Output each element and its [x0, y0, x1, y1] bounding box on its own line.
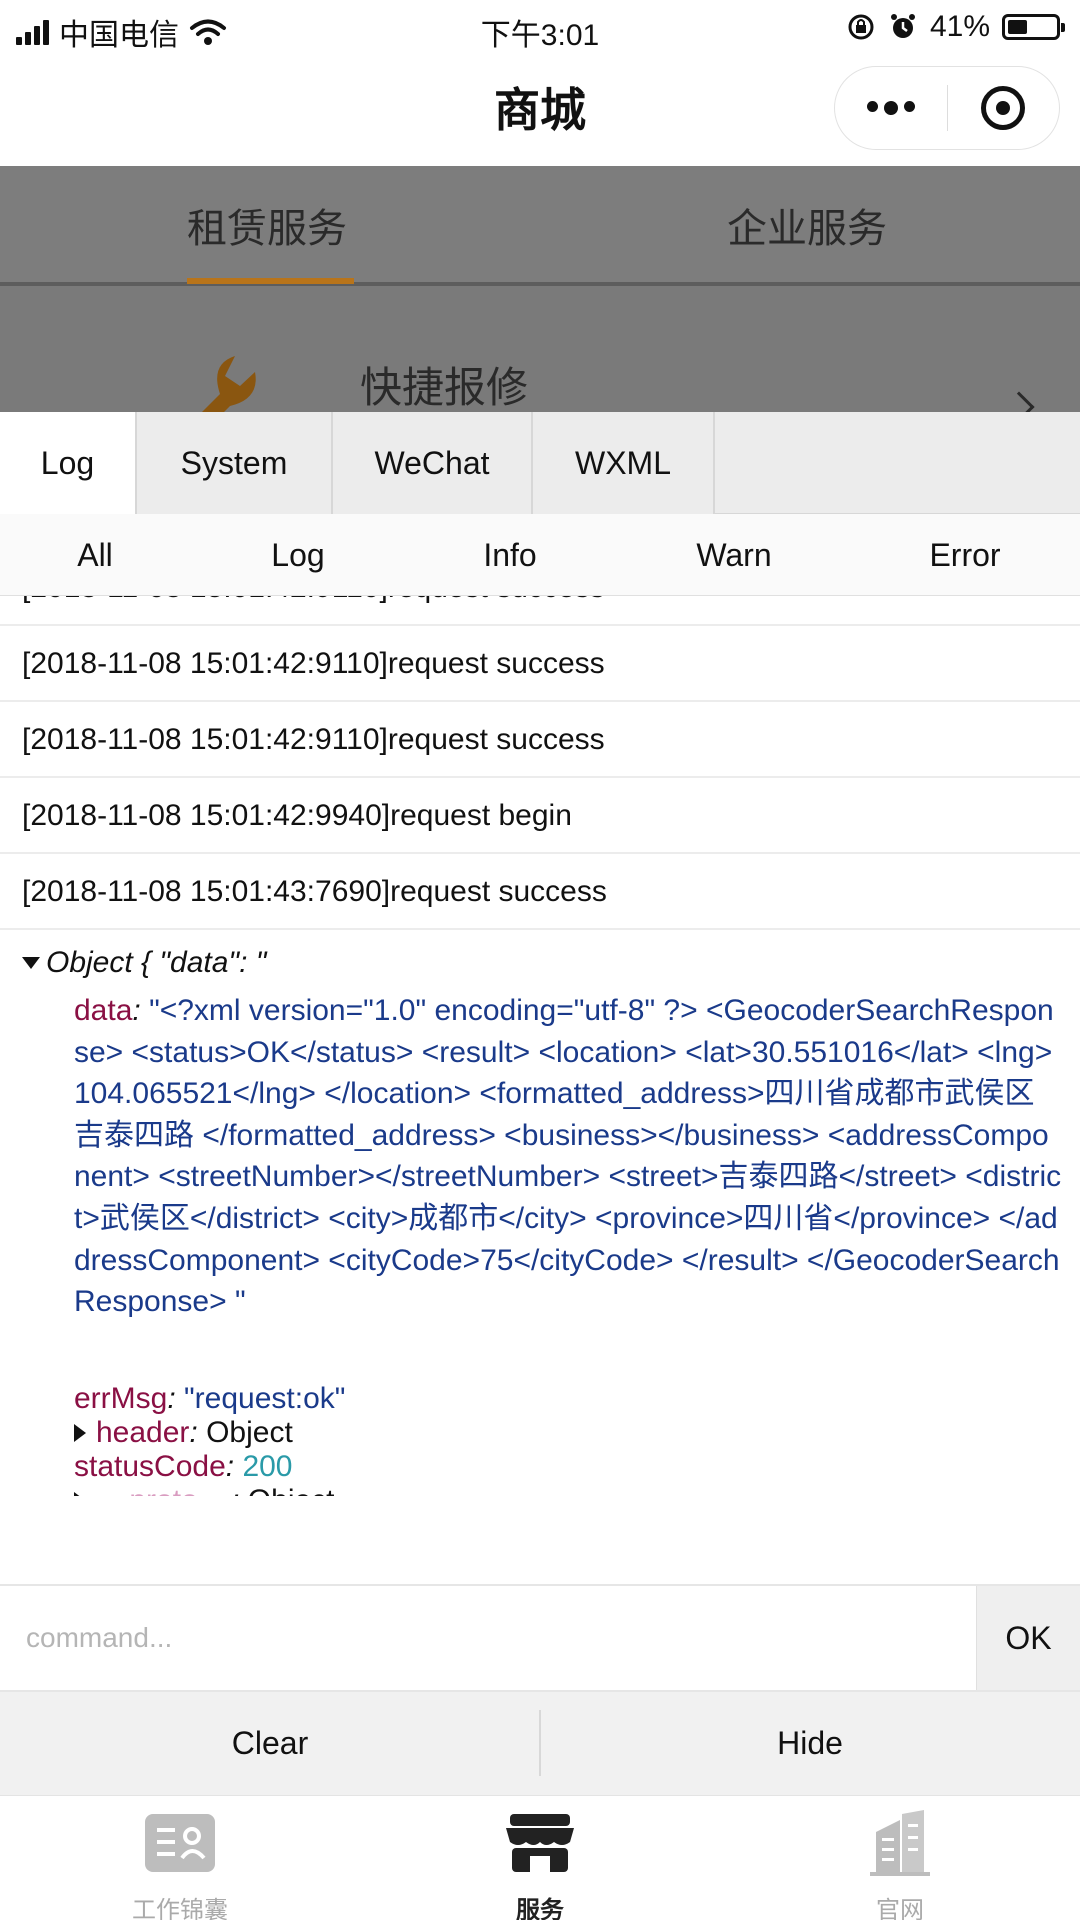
key-errmsg: errMsg [74, 1382, 168, 1415]
quick-repair-label[interactable]: 快捷报修 [360, 354, 528, 412]
card-icon [145, 1814, 215, 1872]
filter-info[interactable]: Info [430, 514, 590, 596]
navigation-bar: 商城 [0, 56, 1080, 166]
command-bar: OK [0, 1584, 1080, 1692]
app-tabs: 租赁服务 企业服务 [0, 166, 1080, 286]
target-close-icon [981, 86, 1026, 130]
expand-triangle-icon [22, 957, 40, 969]
tabbar-item-toolkit[interactable]: 工作锦囊 [0, 1796, 360, 1920]
log-row: [2018-11-08 15:01:42:9110]request succes… [0, 702, 1080, 778]
building-icon [870, 1810, 930, 1876]
filter-error[interactable]: Error [885, 514, 1045, 596]
more-icon [866, 101, 878, 112]
key-header: header [96, 1416, 190, 1449]
log-list[interactable]: [2018-11-08 15:01:42:9110]request succes… [0, 596, 1080, 1496]
vconsole-panel: Log System WeChat WXML All Log Info Warn… [0, 412, 1080, 1795]
collapsed-triangle-icon [74, 1424, 86, 1442]
log-row: [2018-11-08 15:01:42:9110]request succes… [0, 626, 1080, 702]
tabbar-label: 官网 [876, 1897, 924, 1920]
tab-enterprise-service[interactable]: 企业服务 [727, 196, 887, 254]
log-row: [2018-11-08 15:01:43:7690]request succes… [0, 854, 1080, 930]
tab-wechat[interactable]: WeChat [333, 412, 533, 514]
store-icon [506, 1814, 574, 1872]
proto-field[interactable]: __proto__: Object [74, 1484, 335, 1496]
active-tab-indicator [187, 278, 354, 284]
ok-button[interactable]: OK [976, 1586, 1080, 1690]
header-value: Object [206, 1416, 293, 1449]
status-code-value: 200 [242, 1450, 293, 1483]
battery-percent: 41% [929, 10, 990, 43]
filter-warn[interactable]: Warn [654, 514, 814, 596]
status-bar: 中国电信 下午3:01 41% [0, 0, 1080, 56]
tab-system[interactable]: System [137, 412, 333, 514]
chevron-right-icon [1003, 391, 1035, 412]
log-row-partial: [2018-11-08 15:01:42:9110]request succes… [0, 596, 1080, 626]
hide-button[interactable]: Hide [540, 1692, 1080, 1795]
tab-rental-service[interactable]: 租赁服务 [187, 196, 347, 254]
app-content-overlay: 租赁服务 企业服务 快捷报修 [0, 166, 1080, 412]
command-input[interactable] [0, 1586, 976, 1690]
tabbar-item-website[interactable]: 官网 [720, 1796, 1080, 1920]
tab-wxml[interactable]: WXML [533, 412, 715, 514]
status-code-field: statusCode: 200 [74, 1450, 293, 1483]
proto-value: Object [248, 1484, 335, 1496]
alarm-icon [890, 14, 915, 38]
filter-log[interactable]: Log [218, 514, 378, 596]
mini-program-capsule [834, 66, 1060, 150]
wrench-icon [202, 356, 256, 412]
object-data-field: data: "<?xml version="1.0" encoding="utf… [74, 994, 1062, 1319]
data-value: "<?xml version="1.0" encoding="utf-8" ?>… [74, 994, 1062, 1319]
key-proto: __proto__ [96, 1484, 231, 1496]
vconsole-tabs: Log System WeChat WXML [0, 412, 1080, 514]
key-status-code: statusCode [74, 1450, 226, 1483]
more-button[interactable] [835, 101, 947, 115]
status-bar-right: 41% [846, 10, 1065, 44]
object-toggle[interactable]: Object { "data": " [22, 946, 266, 980]
clear-button[interactable]: Clear [0, 1692, 540, 1795]
object-head-text: Object { "data": " [46, 946, 267, 979]
errmsg-value: "request:ok" [184, 1382, 346, 1415]
filter-all[interactable]: All [15, 514, 175, 596]
rotation-lock-icon [848, 14, 874, 40]
collapsed-triangle-icon [74, 1492, 86, 1496]
close-mini-program-button[interactable] [948, 86, 1060, 130]
tab-log[interactable]: Log [0, 412, 137, 514]
console-actions: Clear Hide [0, 1692, 1080, 1795]
log-filter-bar: All Log Info Warn Error [0, 514, 1080, 596]
tabbar-label: 工作锦囊 [132, 1897, 228, 1920]
bottom-tab-bar: 工作锦囊 服务 官网 [0, 1795, 1080, 1920]
key-data: data [74, 994, 133, 1027]
errmsg-field: errMsg: "request:ok" [74, 1382, 346, 1415]
tabbar-label: 服务 [516, 1897, 564, 1920]
header-field[interactable]: header: Object [74, 1416, 293, 1450]
log-row: [2018-11-08 15:01:42:9940]request begin [0, 778, 1080, 854]
battery-icon [1002, 14, 1065, 40]
tabbar-item-service[interactable]: 服务 [360, 1796, 720, 1920]
